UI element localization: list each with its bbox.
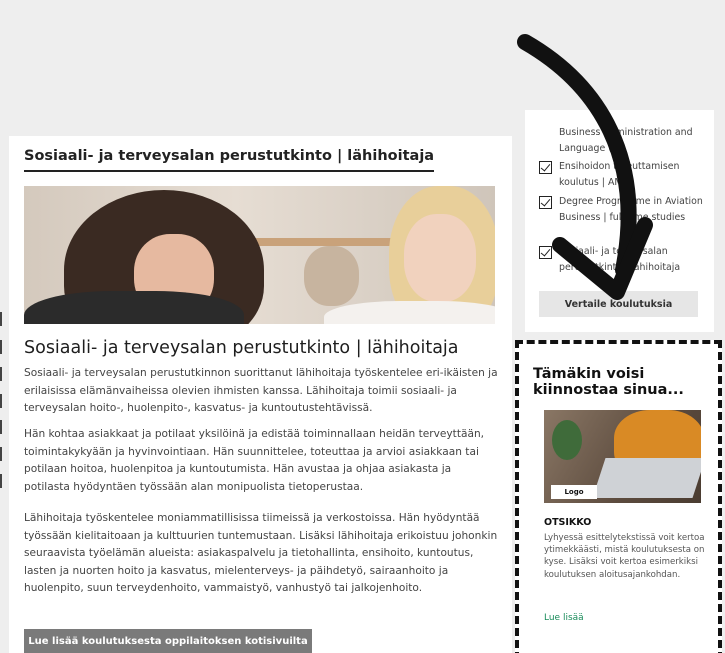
edge-tick <box>0 312 2 326</box>
card-title[interactable]: Sosiaali- ja terveysalan perustutkinto |… <box>24 148 435 172</box>
compare-item-label: Ensihoidon toteuttamisen koulutus | AMK <box>559 161 680 188</box>
compare-button[interactable]: Vertaile koulutuksia <box>539 291 698 317</box>
hero-image <box>24 186 495 324</box>
edge-tick <box>0 394 2 408</box>
compare-item[interactable]: Business Administration and Language (A) <box>539 125 704 156</box>
program-card: Sosiaali- ja terveysalan perustutkinto |… <box>9 136 512 653</box>
edge-tick <box>0 340 2 354</box>
read-more-button[interactable]: Lue lisää koulutuksesta oppilaitoksen ko… <box>24 629 312 653</box>
compare-item-label: Sosiaali- ja terveysalan perustutkinto |… <box>559 246 681 273</box>
promo-image[interactable]: Logo <box>544 410 701 503</box>
compare-item-label: Degree Programme in Aviation Business | … <box>559 196 703 223</box>
compare-item-label: Business Administration and Language (A) <box>559 127 693 154</box>
compare-item[interactable]: Ensihoidon toteuttamisen koulutus | AMK <box>539 159 704 190</box>
checkbox-hidden <box>539 127 552 140</box>
compare-item[interactable]: Sosiaali- ja terveysalan perustutkinto |… <box>539 244 704 275</box>
edge-tick <box>0 420 2 434</box>
promo-box: Tämäkin voisi kiinnostaa sinua... Logo O… <box>515 340 722 653</box>
compare-panel: Business Administration and Language (A)… <box>525 110 714 332</box>
program-title: Sosiaali- ja terveysalan perustutkinto |… <box>24 338 459 358</box>
edge-tick <box>0 474 2 488</box>
checkbox-checked-icon[interactable] <box>539 246 552 259</box>
description-paragraph-1: Sosiaali- ja terveysalan perustutkinnon … <box>24 367 498 415</box>
logo-badge: Logo <box>551 485 597 499</box>
promo-heading: OTSIKKO <box>544 517 592 528</box>
description-paragraph-2: Hän kohtaa asiakkaat ja potilaat yksilöi… <box>24 428 485 493</box>
edge-tick <box>0 447 2 461</box>
promo-text: Lyhyessä esittelytekstissä voit kertoa y… <box>544 533 705 580</box>
checkbox-checked-icon[interactable] <box>539 196 552 209</box>
checkbox-checked-icon[interactable] <box>539 161 552 174</box>
edge-tick <box>0 367 2 381</box>
compare-item[interactable]: Degree Programme in Aviation Business | … <box>539 194 704 225</box>
promo-title: Tämäkin voisi kiinnostaa sinua... <box>533 366 684 398</box>
description-paragraph-3: Lähihoitaja työskentelee moniammatillisi… <box>24 512 498 595</box>
promo-read-more-link[interactable]: Lue lisää <box>544 613 584 623</box>
